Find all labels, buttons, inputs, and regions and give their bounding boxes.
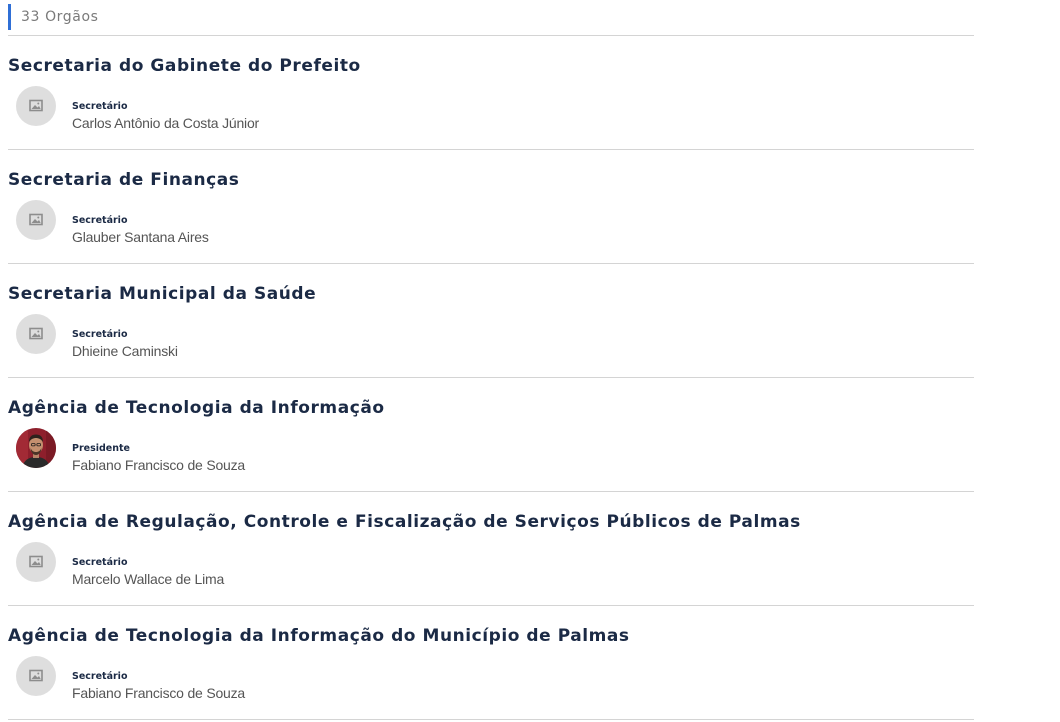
avatar	[16, 656, 56, 696]
orgs-count-header: 33 Orgãos	[8, 0, 974, 36]
person-name: Marcelo Wallace de Lima	[72, 571, 225, 587]
person-name: Fabiano Francisco de Souza	[72, 685, 246, 701]
org-name-link[interactable]: Agência de Regulação, Controle e Fiscali…	[8, 512, 801, 532]
org-card: Agência de Regulação, Controle e Fiscali…	[8, 492, 974, 606]
person-name: Fabiano Francisco de Souza	[72, 457, 246, 473]
role-label: Secretário	[72, 671, 128, 682]
org-name-link[interactable]: Secretaria do Gabinete do Prefeito	[8, 56, 361, 76]
avatar	[16, 542, 56, 582]
org-name-link[interactable]: Agência de Tecnologia da Informação	[8, 398, 385, 418]
org-name-link[interactable]: Agência de Tecnologia da Informação do M…	[8, 626, 630, 646]
role-label: Secretário	[72, 329, 128, 340]
avatar	[16, 314, 56, 354]
role-label: Secretário	[72, 215, 128, 226]
orgs-list-container: 33 Orgãos Secretaria do Gabinete do Pref…	[8, 0, 974, 720]
placeholder-image-icon	[29, 555, 43, 568]
org-card: Secretaria de Finanças Secretário Glaube…	[8, 150, 974, 264]
org-name-link[interactable]: Secretaria Municipal da Saúde	[8, 284, 316, 304]
org-name-link[interactable]: Secretaria de Finanças	[8, 170, 239, 190]
placeholder-image-icon	[29, 99, 43, 112]
person-name: Glauber Santana Aires	[72, 229, 209, 245]
org-card: Agência de Tecnologia da Informação do M…	[8, 606, 974, 720]
role-label: Secretário	[72, 101, 128, 112]
placeholder-image-icon	[29, 327, 43, 340]
avatar	[16, 428, 56, 468]
avatar	[16, 200, 56, 240]
avatar	[16, 86, 56, 126]
role-label: Secretário	[72, 557, 128, 568]
person-name: Carlos Antônio da Costa Júnior	[72, 115, 259, 131]
orgs-count-label: 33 Orgãos	[21, 9, 99, 25]
org-card: Secretaria Municipal da Saúde Secretário…	[8, 264, 974, 378]
role-label: Presidente	[72, 443, 130, 454]
org-card: Secretaria do Gabinete do Prefeito Secre…	[8, 36, 974, 150]
person-name: Dhieine Caminski	[72, 343, 178, 359]
accent-bar	[8, 4, 11, 30]
org-card: Agência de Tecnologia da Informação Pres…	[8, 378, 974, 492]
placeholder-image-icon	[29, 213, 43, 226]
placeholder-image-icon	[29, 669, 43, 682]
person-photo-icon	[16, 428, 56, 468]
